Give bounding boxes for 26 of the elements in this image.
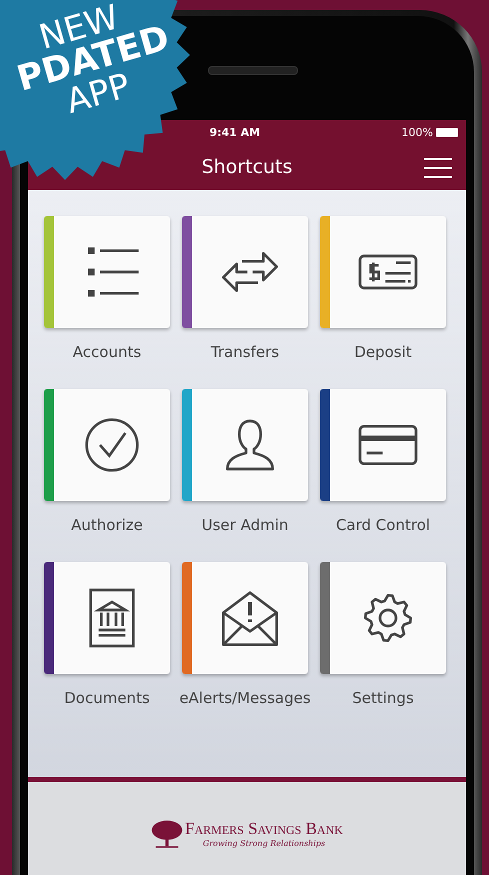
bank-tagline: Growing Strong Relationships bbox=[202, 838, 326, 848]
shortcut-label: User Admin bbox=[202, 516, 288, 534]
status-time: 9:41 AM bbox=[208, 126, 262, 138]
shortcut-tile[interactable] bbox=[320, 216, 446, 328]
shortcut-label: Accounts bbox=[72, 343, 142, 361]
bank-name: Farmers Savings Bank bbox=[185, 820, 343, 839]
shortcut-label: Card Control bbox=[336, 516, 430, 534]
shortcut-label: Authorize bbox=[71, 516, 143, 534]
shortcut-tile[interactable] bbox=[182, 389, 308, 501]
shortcut-label: Documents bbox=[64, 689, 150, 707]
shortcut-tile[interactable] bbox=[182, 216, 308, 328]
battery-percent: 100% bbox=[402, 126, 433, 138]
shortcut-tile[interactable] bbox=[44, 389, 170, 501]
shortcut-tile[interactable] bbox=[44, 216, 170, 328]
shortcut-tile[interactable] bbox=[320, 562, 446, 674]
shortcut-label: Transfers bbox=[210, 343, 280, 361]
tree-icon bbox=[151, 820, 184, 850]
shortcut-label: Deposit bbox=[354, 343, 412, 361]
menu-icon[interactable] bbox=[424, 157, 452, 179]
shortcut-tile[interactable] bbox=[182, 562, 308, 674]
shortcut-tile[interactable] bbox=[44, 562, 170, 674]
shortcut-label: Settings bbox=[352, 689, 414, 707]
shortcut-label: eAlerts/Messages bbox=[179, 689, 311, 707]
screen-title: Shortcuts bbox=[202, 156, 292, 178]
battery-icon bbox=[436, 128, 458, 136]
shortcut-tile[interactable] bbox=[320, 389, 446, 501]
